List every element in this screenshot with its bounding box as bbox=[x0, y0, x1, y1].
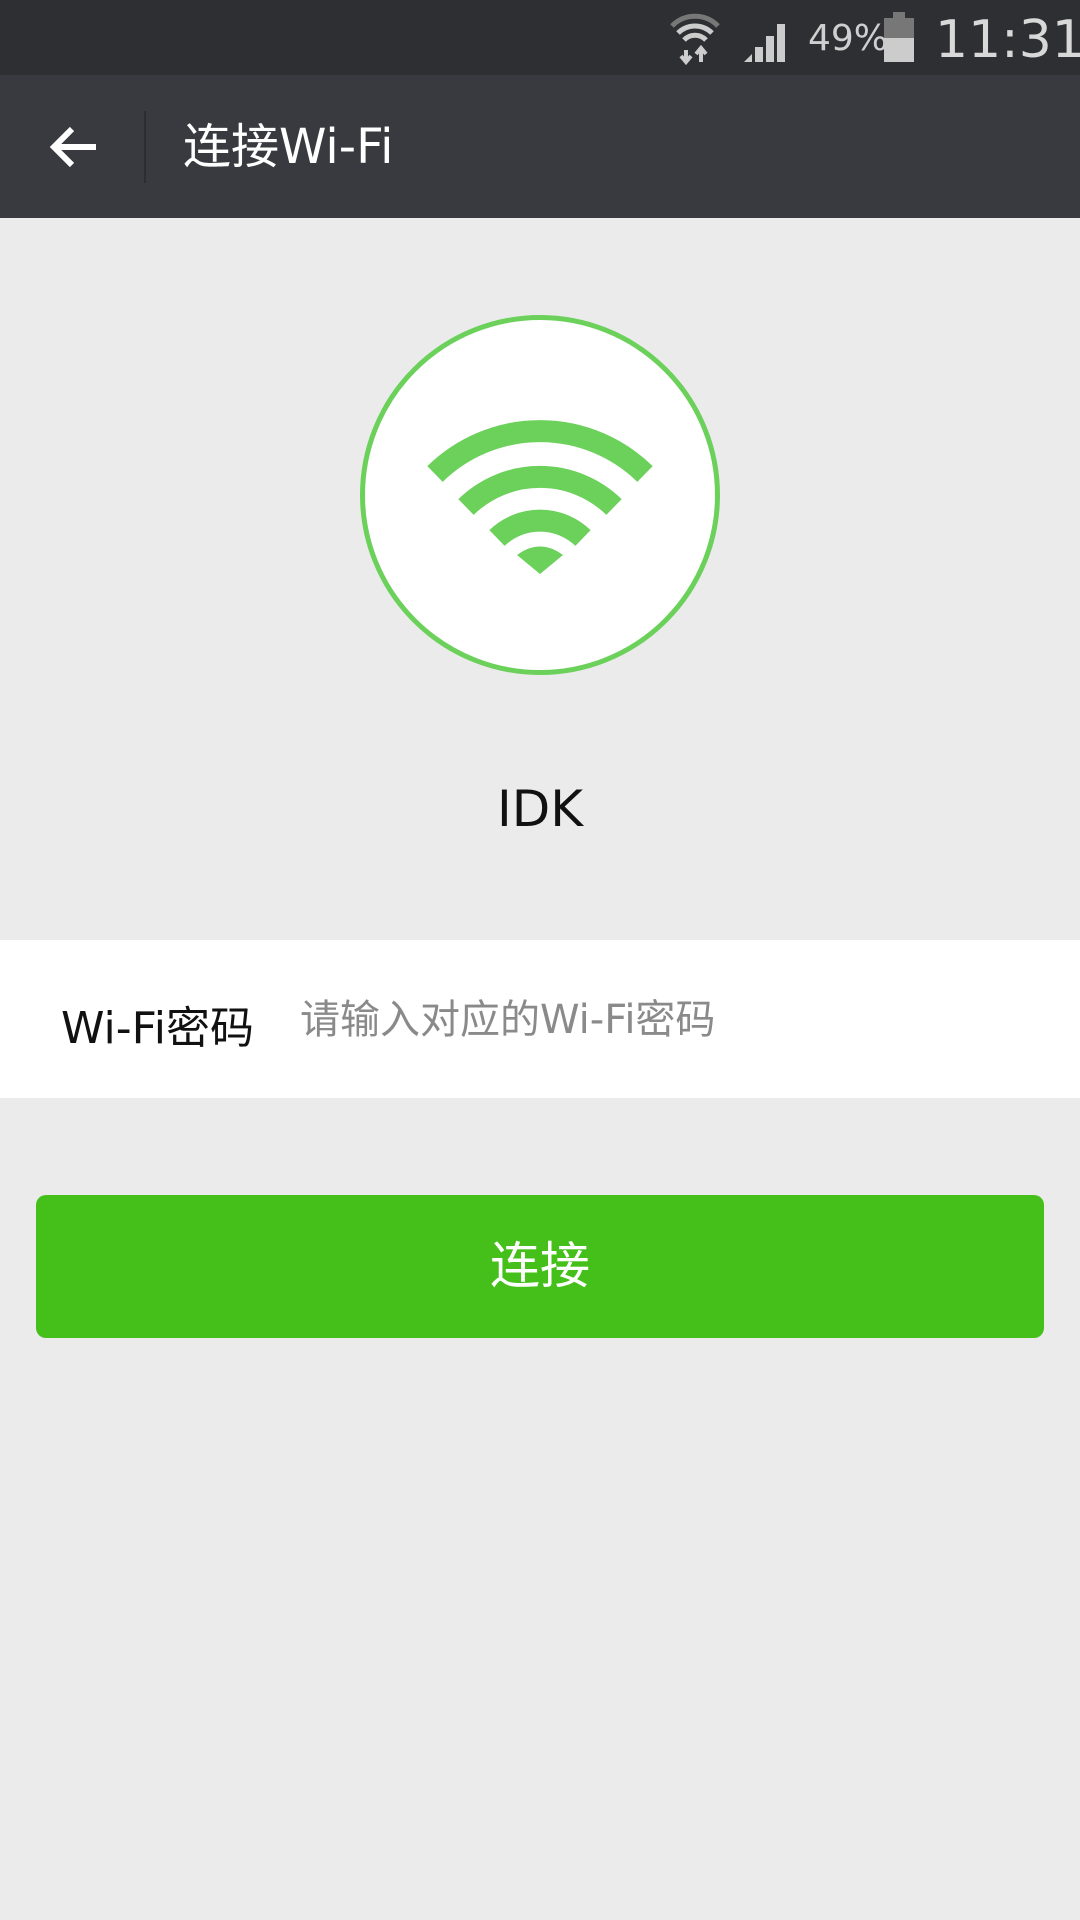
battery-percent: 49% bbox=[808, 18, 889, 59]
arrow-left-icon[interactable] bbox=[44, 117, 104, 177]
battery-icon bbox=[884, 12, 914, 62]
clock: 11:31 bbox=[935, 10, 1080, 70]
password-label: Wi-Fi密码 bbox=[61, 1003, 254, 1054]
status-bar: 49% 11:31 bbox=[0, 0, 1080, 75]
password-input[interactable] bbox=[300, 980, 1040, 1060]
wifi-badge bbox=[360, 315, 720, 675]
wifi-ssid: IDK bbox=[496, 780, 584, 838]
signal-icon bbox=[744, 24, 785, 62]
app-header: 连接Wi-Fi bbox=[0, 75, 1080, 218]
page-title: 连接Wi-Fi bbox=[183, 119, 394, 175]
wifi-data-icon bbox=[670, 13, 720, 66]
password-row: Wi-Fi密码 bbox=[0, 940, 1080, 1098]
wifi-icon bbox=[427, 420, 653, 574]
header-divider bbox=[144, 111, 146, 183]
connect-button[interactable]: 连接 bbox=[36, 1195, 1044, 1338]
